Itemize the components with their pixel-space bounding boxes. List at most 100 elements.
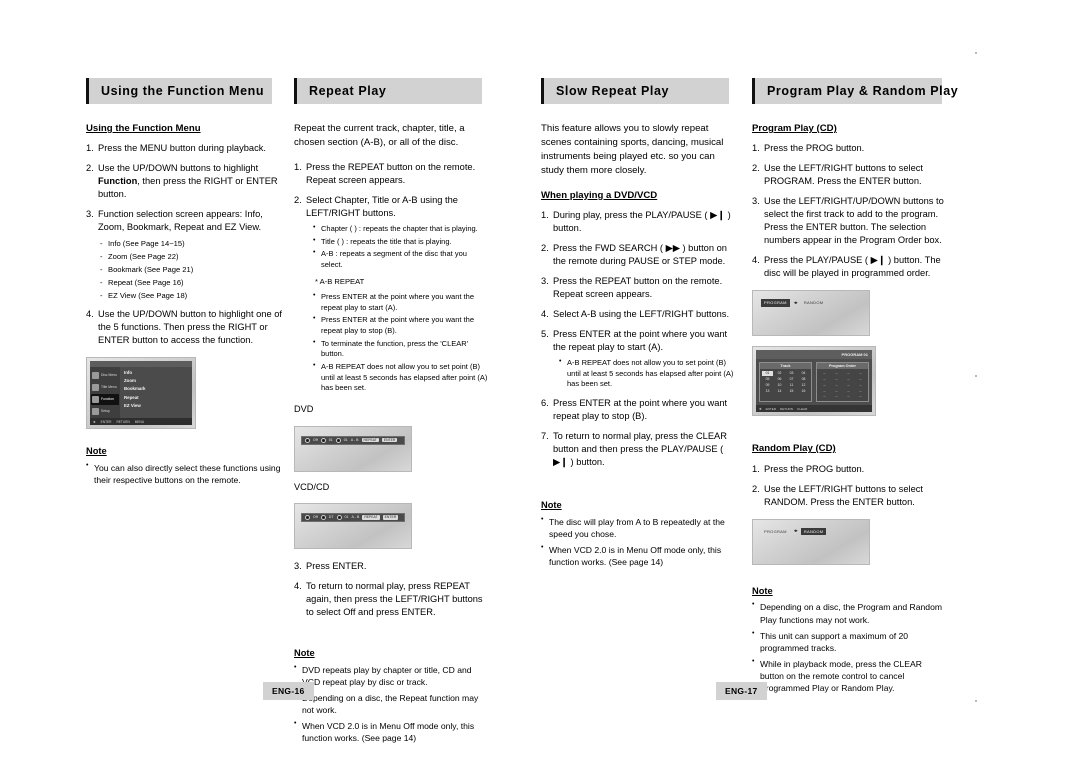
step-number: 1. — [86, 143, 94, 154]
step-number: 3. — [541, 275, 549, 286]
note-item: You can also directly select these funct… — [86, 461, 282, 486]
bullet-item: Press ENTER at the point where you want … — [313, 291, 490, 313]
left-right-arrows-icon: ◂▸ — [793, 527, 798, 534]
note-item: When VCD 2.0 is in Menu Off mode only, t… — [541, 543, 737, 568]
step-number: 7. — [541, 430, 549, 441]
column-program-random-play: Program Play & Random Play Program Play … — [752, 78, 958, 698]
step-item: 3. Press the REPEAT button on the remote.… — [541, 275, 737, 301]
note-block-2: Note DVD repeats play by chapter or titl… — [294, 647, 490, 744]
step-text: Press the REPEAT button on the remote. R… — [306, 161, 476, 185]
osd-program-label: PROGRAM — [764, 528, 787, 534]
osd-menu-item: Repeat — [124, 394, 139, 400]
section-header-1: Using the Function Menu — [86, 78, 272, 104]
note-title: Note — [86, 446, 107, 457]
bullet-item: Chapter ( ) : repeats the chapter that i… — [313, 223, 490, 235]
osd-sidebar-item: Disc Menu — [91, 370, 119, 381]
bullet-item: A-B : repeats a segment of the disc that… — [313, 248, 490, 270]
step-item: 4. Use the UP/DOWN button to highlight on… — [86, 308, 282, 347]
note-items: The disc will play from A to B repeatedl… — [541, 515, 737, 568]
scan-speck — [975, 700, 977, 702]
step-number: 1. — [752, 143, 760, 154]
note-item: DVD repeats play by chapter or title, CD… — [294, 663, 490, 688]
step-number: 1. — [294, 161, 302, 172]
step-text: Use the UP/DOWN button to highlight one … — [98, 309, 282, 346]
intro-paragraph: Repeat the current track, chapter, title… — [294, 123, 465, 148]
steps-list-1: 1. Press the MENU button during playback.… — [86, 142, 282, 347]
note-items: You can also directly select these funct… — [86, 461, 282, 486]
chapter-icon — [320, 437, 326, 443]
step-item: 1. Press the REPEAT button on the remote.… — [294, 161, 490, 187]
step-text: Use the LEFT/RIGHT buttons to select PRO… — [764, 163, 923, 187]
note-title: Note — [541, 500, 562, 510]
osd-menu-item: Info — [124, 370, 133, 376]
vcdcd-repeat-osd-screenshot: Off DT 01 A - B REPEAT ENTER — [294, 503, 412, 550]
step-number: 3. — [86, 209, 94, 220]
sublist-item: Repeat (See Page 16) — [98, 277, 282, 288]
scan-speck — [975, 375, 977, 377]
step-text: Press the PLAY/PAUSE ( ▶❙ ) button. The … — [764, 255, 941, 279]
subhead-using-the-function-menu: Using the Function Menu — [86, 123, 201, 134]
osd-random-label: RANDOM — [800, 527, 827, 536]
sublist-item: EZ View (See Page 18) — [98, 290, 282, 301]
steps-list-4: 1. Press the PROG button. 2. Use the LEFT/… — [752, 142, 948, 280]
program-table-screenshot: PROGRAM 01 Track 01 02 03 04 05 06 07 08… — [752, 346, 876, 417]
title-icon — [335, 437, 341, 443]
step-number: 4. — [752, 255, 760, 266]
osd-hint: ENTER — [765, 406, 777, 411]
step-item: 3. Function selection screen appears: Inf… — [86, 208, 282, 301]
scan-speck — [975, 52, 977, 54]
ab-repeat-label: * A-B REPEAT — [315, 277, 365, 287]
step-item: 2. Use the LEFT/RIGHT buttons to select R… — [752, 483, 948, 509]
step-text: Use the UP/DOWN buttons to highlight — [98, 163, 259, 174]
steps-list-3: 1. During play, press the PLAY/PAUSE ( ▶❙… — [541, 209, 737, 469]
step-item: 1. During play, press the PLAY/PAUSE ( ▶❙… — [541, 209, 737, 235]
step-number: 3. — [752, 196, 760, 207]
osd-sidebar-item-selected: Function — [91, 394, 119, 406]
osd-sidebar-item: Title Menu — [91, 382, 119, 393]
step-item: 2. Select Chapter, Title or A-B using the… — [294, 194, 490, 394]
step-item: 1. Press the MENU button during playback. — [86, 142, 282, 155]
step-text: Function selection screen appears: Info,… — [98, 209, 263, 233]
step-number: 2. — [752, 163, 760, 174]
step-item: 5. Press ENTER at the point where you wan… — [541, 328, 737, 390]
note-item: When VCD 2.0 is in Menu Off mode only, t… — [294, 719, 490, 744]
track-grid: 01 02 03 04 05 06 07 08 09 10 11 12 13 1… — [760, 369, 811, 395]
step-item: 2. Use the UP/DOWN buttons to highlight F… — [86, 162, 282, 201]
note-item: This unit can support a maximum of 20 pr… — [752, 629, 948, 654]
step-text: Press ENTER at the point where you want … — [553, 328, 728, 352]
step-item: 2. Press the FWD SEARCH ( ▶▶ ) button on … — [541, 242, 737, 268]
step-item: 1. Press the PROG button. — [752, 142, 948, 155]
step-sublist: Info (See Page 14~15) Zoom (See Page 22)… — [98, 238, 282, 301]
osd-program-title: PROGRAM 01 — [841, 352, 868, 358]
note-title: Note — [752, 585, 773, 596]
step-text: Press the FWD SEARCH ( ▶▶ ) button on th… — [553, 242, 727, 266]
osd-hint: MENU — [134, 419, 145, 424]
step-item: 3. Use the LEFT/RIGHT/UP/DOWN buttons to … — [752, 195, 948, 247]
note-title: Note — [294, 648, 315, 659]
column-using-the-function-menu: Using the Function Menu Using the Functi… — [86, 78, 282, 490]
step-number: 2. — [752, 483, 760, 494]
bullet-item: A-B REPEAT does not allow you to set poi… — [313, 361, 490, 394]
step-number: 2. — [86, 163, 94, 174]
bullet-item: A-B REPEAT does not allow you to set poi… — [559, 357, 737, 390]
osd-sidebar-item: Setup — [91, 406, 119, 417]
step-text: Press ENTER at the point where you want … — [553, 397, 728, 421]
page-number-right: ENG-17 — [716, 682, 767, 700]
function-menu-screenshot: Disc Menu Title Menu Function Setup Info… — [86, 357, 196, 430]
osd-menu-item: Zoom — [124, 378, 136, 384]
function-icon — [92, 396, 99, 404]
bullet-item: Press ENTER at the point where you want … — [313, 314, 490, 336]
steps-list-2b: 3. Press ENTER. 4. To return to normal pla… — [294, 560, 490, 619]
step-number: 2. — [541, 242, 549, 253]
note-items: DVD repeats play by chapter or title, CD… — [294, 663, 490, 744]
dvd-repeat-osd-screenshot: Off 01 01 A - B REPEAT ENTER — [294, 425, 412, 472]
bullet-item: Title ( ) : repeats the title that is pl… — [313, 236, 490, 248]
label-dvd: DVD — [294, 403, 314, 414]
label-vcdcd: VCD/CD — [294, 481, 330, 492]
title-menu-icon — [92, 384, 99, 392]
disc-repeat-icon — [336, 515, 342, 521]
osd-hint: ENTER — [100, 419, 112, 424]
section-header-2: Repeat Play — [294, 78, 482, 104]
osd-menu-item: EZ View — [124, 402, 141, 408]
dpad-icon: ✚ — [759, 406, 762, 411]
